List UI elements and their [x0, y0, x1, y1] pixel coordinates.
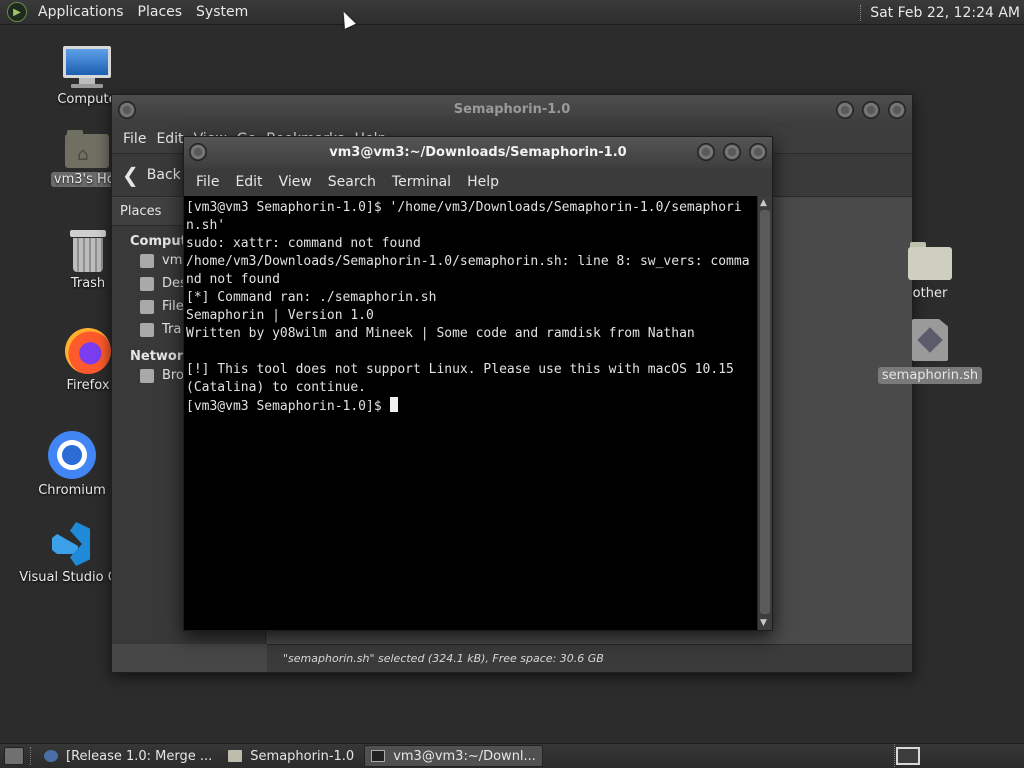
- network-icon: [140, 368, 154, 383]
- bottom-panel: [Release 1.0: Merge ... Semaphorin-1.0 v…: [0, 743, 1024, 768]
- minimize-button[interactable]: [697, 143, 715, 161]
- desktop-icon-label: Chromium: [38, 483, 106, 498]
- sidebar-item-label: File: [162, 299, 184, 314]
- menu-applications[interactable]: Applications: [31, 0, 131, 25]
- clock[interactable]: Sat Feb 22, 12:24 AM: [870, 5, 1024, 21]
- minimize-button[interactable]: [836, 101, 854, 119]
- window-title: Semaphorin-1.0: [453, 102, 571, 117]
- sidebar-item-label: Tra: [162, 322, 182, 337]
- trash-icon: [70, 230, 106, 272]
- trash-icon: [140, 322, 154, 337]
- panel-separator: [30, 747, 32, 765]
- terminal-line: Semaphorin | Version 1.0: [186, 308, 374, 323]
- script-file-icon: [912, 319, 948, 361]
- file-item-label: other: [912, 286, 948, 301]
- desktop-icon-label: Trash: [70, 276, 106, 291]
- workspace-1-button[interactable]: [896, 747, 920, 765]
- scroll-up-arrow-icon[interactable]: ▲: [760, 198, 767, 208]
- menu-terminal[interactable]: Terminal: [384, 174, 459, 190]
- taskbar-item-label: [Release 1.0: Merge ...: [66, 748, 213, 764]
- panel-separator: [860, 4, 862, 21]
- desktop-icon-label: Visual Studio Co: [19, 570, 125, 585]
- scrollbar-thumb[interactable]: [760, 210, 770, 614]
- terminal-prompt-line: [vm3@vm3 Semaphorin-1.0]$: [186, 397, 756, 416]
- taskbar-item-terminal[interactable]: vm3@vm3:~/Downl...: [364, 745, 543, 767]
- terminal-line: [!] This tool does not support Linux. Pl…: [186, 362, 742, 395]
- taskbar-item-browser[interactable]: [Release 1.0: Merge ...: [38, 745, 218, 767]
- menu-system[interactable]: System: [189, 0, 255, 25]
- back-arrow-icon[interactable]: ❮: [122, 163, 139, 187]
- firefox-icon: [65, 328, 111, 374]
- desktop-icon-label: Compute: [57, 92, 117, 107]
- menu-help[interactable]: Help: [459, 174, 507, 190]
- taskbar-item-label: vm3@vm3:~/Downl...: [393, 748, 536, 764]
- menu-file[interactable]: File: [188, 174, 227, 190]
- menu-file[interactable]: File: [118, 131, 151, 147]
- distro-logo-icon[interactable]: ▶: [7, 2, 27, 22]
- file-item-semaphorin-sh[interactable]: semaphorin.sh: [875, 319, 985, 384]
- terminal-output[interactable]: [vm3@vm3 Semaphorin-1.0]$ '/home/vm3/Dow…: [184, 196, 758, 630]
- folder-icon: [228, 750, 243, 762]
- terminal-line: [*] Command ran: ./semaphorin.sh: [186, 290, 437, 305]
- menu-edit[interactable]: Edit: [227, 174, 270, 190]
- chromium-icon: [48, 431, 96, 479]
- terminal-line: Written by y08wilm and Mineek | Some cod…: [186, 326, 695, 341]
- folder-icon: [908, 242, 952, 280]
- maximize-button[interactable]: [862, 101, 880, 119]
- taskbar-item-file-manager[interactable]: Semaphorin-1.0: [222, 745, 360, 767]
- file-item-label: semaphorin.sh: [877, 367, 983, 384]
- terminal-line: sudo: xattr: command not found: [186, 236, 421, 251]
- menu-search[interactable]: Search: [320, 174, 384, 190]
- terminal-line: /home/vm3/Downloads/Semaphorin-1.0/semap…: [186, 254, 750, 287]
- file-manager-titlebar[interactable]: Semaphorin-1.0: [112, 95, 912, 125]
- drive-icon: [140, 299, 154, 314]
- terminal-scrollbar[interactable]: ▲ ▼: [757, 196, 772, 630]
- menu-view[interactable]: View: [271, 174, 320, 190]
- terminal-menubar: File Edit View Search Terminal Help: [184, 168, 772, 196]
- file-item-other[interactable]: other: [875, 242, 985, 301]
- clock-area: Sat Feb 22, 12:24 AM: [860, 0, 1024, 25]
- vscode-icon: [50, 522, 94, 566]
- maximize-button[interactable]: [723, 143, 741, 161]
- top-panel: ▶ Applications Places System Sat Feb 22,…: [0, 0, 1024, 25]
- scroll-down-arrow-icon[interactable]: ▼: [760, 618, 767, 628]
- terminal-prompt: [vm3@vm3 Semaphorin-1.0]$: [186, 399, 390, 414]
- home-icon: [140, 253, 154, 268]
- desktop-icon-chromium[interactable]: Chromium: [22, 431, 122, 498]
- sidebar-item-label: Bro: [162, 368, 184, 383]
- browser-icon: [44, 750, 58, 762]
- window-menu-button[interactable]: [118, 101, 136, 119]
- back-button[interactable]: Back: [147, 167, 181, 183]
- desktop-icon-label: Firefox: [66, 378, 110, 393]
- show-desktop-button[interactable]: [4, 747, 24, 765]
- close-button[interactable]: [888, 101, 906, 119]
- computer-icon: [63, 46, 111, 88]
- terminal-titlebar[interactable]: vm3@vm3:~/Downloads/Semaphorin-1.0: [184, 137, 772, 168]
- window-menu-button[interactable]: [189, 143, 207, 161]
- status-bar: "semaphorin.sh" selected (324.1 kB), Fre…: [267, 644, 912, 672]
- terminal-line: [vm3@vm3 Semaphorin-1.0]$ '/home/vm3/Dow…: [186, 200, 742, 233]
- desktop-icon: [140, 276, 154, 291]
- terminal-window[interactable]: vm3@vm3:~/Downloads/Semaphorin-1.0 File …: [183, 136, 773, 631]
- window-title: vm3@vm3:~/Downloads/Semaphorin-1.0: [329, 145, 627, 160]
- taskbar-item-label: Semaphorin-1.0: [250, 748, 355, 764]
- close-button[interactable]: [749, 143, 767, 161]
- terminal-icon: [371, 750, 386, 762]
- menu-places[interactable]: Places: [131, 0, 190, 25]
- desktop-icon-vscode[interactable]: Visual Studio Co: [19, 522, 125, 585]
- text-cursor: [389, 397, 398, 412]
- home-folder-icon: ⌂: [65, 130, 109, 168]
